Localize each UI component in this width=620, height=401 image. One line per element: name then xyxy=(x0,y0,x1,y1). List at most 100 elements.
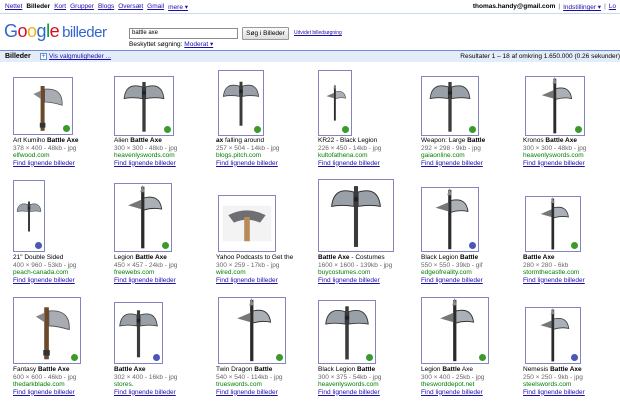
find-similar-link[interactable]: Find lignende billeder xyxy=(114,160,212,168)
similar-images-icon[interactable] xyxy=(571,242,578,249)
result-title[interactable]: Black Legion Battle xyxy=(421,254,519,262)
search-button[interactable]: Søg i Billeder xyxy=(242,27,289,40)
topnav-item[interactable]: Kort xyxy=(54,3,66,11)
similar-images-icon[interactable] xyxy=(164,126,171,133)
result-title[interactable]: Twin Dragon Battle xyxy=(216,366,314,374)
similar-images-icon[interactable] xyxy=(479,354,486,361)
result-title[interactable]: Legion Battle Axe xyxy=(421,366,519,374)
find-similar-link[interactable]: Find lignende billeder xyxy=(318,160,416,168)
find-similar-link[interactable]: Find lignende billeder xyxy=(523,389,620,397)
result-thumbnail[interactable] xyxy=(114,183,172,252)
topnav-item[interactable]: Oversæt xyxy=(118,3,143,11)
similar-images-icon[interactable] xyxy=(366,354,373,361)
result-title[interactable]: Kronos Battle Axe xyxy=(523,137,620,145)
title-text: - Costumes xyxy=(349,254,385,261)
google-logo[interactable]: Google billeder xyxy=(4,21,107,42)
settings-link[interactable]: Indstillinger ▾ xyxy=(563,3,601,11)
similar-images-blue-icon[interactable] xyxy=(469,242,476,249)
result-title[interactable]: Battle Axe - Costumes xyxy=(318,254,416,262)
result-title[interactable]: Yahoo Podcasts to Get the xyxy=(216,254,314,262)
similar-images-icon[interactable] xyxy=(63,125,70,132)
result-caption: Battle Axe 302 × 400 - 16kb - jpg stores. F… xyxy=(114,366,212,396)
result-meta: 292 × 298 - 9kb - jpg xyxy=(421,144,481,152)
similar-images-blue-icon[interactable] xyxy=(35,242,42,249)
result-title[interactable]: Fantasy Battle Axe xyxy=(13,366,111,374)
result-title[interactable]: 21" Double Sided xyxy=(13,254,111,262)
topnav-item[interactable]: Nettet xyxy=(5,3,22,11)
result-thumbnail[interactable] xyxy=(421,76,479,136)
show-options-link[interactable]: Vis valgmuligheder ... xyxy=(49,53,111,60)
find-similar-link[interactable]: Find lignende billeder xyxy=(523,277,620,285)
result-thumbnail[interactable] xyxy=(114,76,174,136)
poleaxe-icon xyxy=(219,298,285,363)
find-similar-link[interactable]: Find lignende billeder xyxy=(216,389,314,397)
find-similar-link[interactable]: Find lignende billeder xyxy=(13,160,111,168)
result-thumbnail[interactable] xyxy=(525,196,581,252)
similar-images-blue-icon[interactable] xyxy=(571,354,578,361)
find-similar-link[interactable]: Find lignende billeder xyxy=(523,160,620,168)
title-highlight: Battle xyxy=(460,254,479,261)
result-thumbnail[interactable] xyxy=(13,77,73,135)
topnav-item[interactable]: mere ▾ xyxy=(168,3,188,11)
similar-images-icon[interactable] xyxy=(276,354,283,361)
logout-link[interactable]: Lo xyxy=(609,3,616,11)
similar-images-icon[interactable] xyxy=(575,126,582,133)
result-thumbnail[interactable] xyxy=(421,297,489,364)
advanced-search-link[interactable]: Udvidet billedsøgning xyxy=(294,30,342,36)
topnav-item[interactable]: Grupper xyxy=(70,3,94,11)
result-title[interactable]: ax falling around xyxy=(216,137,314,145)
search-input[interactable]: battle axe xyxy=(129,28,238,39)
topnav-item[interactable]: Blogs xyxy=(98,3,114,11)
similar-images-icon[interactable] xyxy=(342,126,349,133)
find-similar-link[interactable]: Find lignende billeder xyxy=(421,389,519,397)
result-thumbnail[interactable] xyxy=(218,195,276,252)
result-title[interactable]: Alien Battle Axe xyxy=(114,137,212,145)
result-thumbnail[interactable] xyxy=(318,70,352,136)
find-similar-link[interactable]: Find lignende billeder xyxy=(216,160,314,168)
find-similar-link[interactable]: Find lignende billeder xyxy=(318,277,416,285)
title-highlight: Battle xyxy=(467,137,486,144)
find-similar-link[interactable]: Find lignende billeder xyxy=(114,277,212,285)
similar-images-icon[interactable] xyxy=(71,354,78,361)
result-thumbnail[interactable] xyxy=(318,300,376,364)
find-similar-link[interactable]: Find lignende billeder xyxy=(318,389,416,397)
result-thumbnail[interactable] xyxy=(318,179,394,252)
result-thumbnail[interactable] xyxy=(525,307,581,364)
result-thumbnail[interactable] xyxy=(421,187,479,252)
result-title[interactable]: Legion Battle Axe xyxy=(114,254,212,262)
similar-images-icon[interactable] xyxy=(162,242,169,249)
find-similar-link[interactable]: Find lignende billeder xyxy=(13,389,111,397)
result-site: thesworddepot.net xyxy=(421,381,475,388)
result-title[interactable]: Art Kumiho Battle Axe xyxy=(13,137,111,145)
similar-images-blue-icon[interactable] xyxy=(153,354,160,361)
topnav-item[interactable]: Billeder xyxy=(26,3,50,11)
find-similar-link[interactable]: Find lignende billeder xyxy=(114,389,212,397)
result-thumbnail[interactable] xyxy=(218,297,286,364)
result-site: freewebs.com xyxy=(114,269,155,276)
safesearch-dropdown[interactable]: Moderat ▾ xyxy=(184,41,213,48)
result-thumbnail[interactable] xyxy=(13,180,45,252)
result-meta: 600 × 600 - 46kb - jpg xyxy=(13,373,77,381)
similar-images-icon[interactable] xyxy=(254,126,261,133)
result-title[interactable]: Battle Axe xyxy=(523,254,620,262)
expand-plus-icon[interactable]: + xyxy=(40,53,47,60)
result-thumbnail[interactable] xyxy=(13,297,81,364)
find-similar-link[interactable]: Find lignende billeder xyxy=(421,277,519,285)
result-caption: Twin Dragon Battle 540 × 540 - 114kb - jp… xyxy=(216,366,314,396)
find-similar-link[interactable]: Find lignende billeder xyxy=(216,277,314,285)
result-meta: 280 × 280 - 6kb xyxy=(523,261,569,269)
topnav-item[interactable]: Gmail xyxy=(147,3,164,11)
result-title[interactable]: KR22 - Black Legion xyxy=(318,137,416,145)
result-thumbnail[interactable] xyxy=(114,302,163,364)
result-title[interactable]: Nemesis Battle Axe xyxy=(523,366,620,374)
result-meta: 300 × 259 - 17kb - jpg xyxy=(216,261,280,269)
result-title[interactable]: Black Legion Battle xyxy=(318,366,416,374)
find-similar-link[interactable]: Find lignende billeder xyxy=(421,160,519,168)
result-title[interactable]: Battle Axe xyxy=(114,366,212,374)
similar-images-icon[interactable] xyxy=(469,126,476,133)
result-thumbnail[interactable] xyxy=(525,76,585,136)
find-similar-link[interactable]: Find lignende billeder xyxy=(13,277,111,285)
result-thumbnail[interactable] xyxy=(218,70,264,136)
result-caption: 21" Double Sided 400 × 960 - 53kb - jpg pe… xyxy=(13,254,111,284)
result-title[interactable]: Weapon: Large Battle xyxy=(421,137,519,145)
